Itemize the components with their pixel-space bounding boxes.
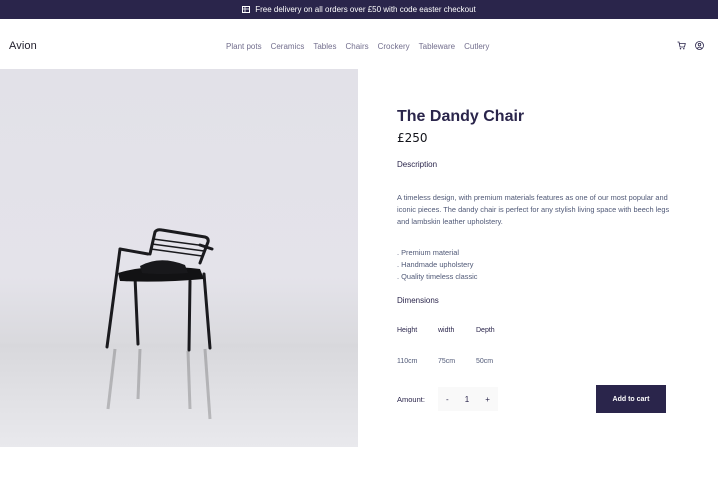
nav-link-tableware[interactable]: Tableware [419, 42, 455, 51]
promo-bar: Free delivery on all orders over £50 wit… [0, 0, 718, 19]
quantity-stepper: - 1 + [438, 387, 498, 411]
nav-icon-group [677, 41, 704, 50]
category-nav: Plant pots Ceramics Tables Chairs Crocke… [226, 42, 498, 51]
dimension-header-depth: Depth [476, 327, 495, 334]
nav-link-cutlery[interactable]: Cutlery [464, 42, 489, 51]
nav-link-plant-pots[interactable]: Plant pots [226, 42, 262, 51]
dimension-header-height: Height [397, 327, 418, 334]
nav-link-tables[interactable]: Tables [313, 42, 336, 51]
dimension-value-depth: 50cm [476, 358, 494, 365]
dimension-value-width: 75cm [438, 358, 456, 365]
product-image [0, 69, 358, 447]
description-text: A timeless design, with premium material… [397, 193, 670, 226]
nav-link-ceramics[interactable]: Ceramics [271, 42, 305, 51]
nav-link-chairs[interactable]: Chairs [345, 42, 368, 51]
dimension-header-width: width [438, 327, 455, 334]
description-label: Description [397, 160, 438, 169]
feature-list: . Premium material . Handmade upholstery… [397, 247, 478, 283]
dimensions-value-row: 110cm 75cm 50cm [397, 358, 506, 365]
cart-icon[interactable] [677, 41, 686, 50]
add-to-cart-button[interactable]: Add to cart [596, 385, 666, 413]
amount-label: Amount: [397, 395, 425, 404]
dimensions-label: Dimensions [397, 296, 439, 305]
increment-button[interactable]: + [485, 395, 490, 404]
feature-item: . Premium material [397, 248, 460, 257]
promo-text: Free delivery on all orders over £50 wit… [255, 5, 476, 14]
decrement-button[interactable]: - [446, 395, 449, 404]
delivery-truck-icon [242, 6, 251, 13]
nav-link-crockery[interactable]: Crockery [378, 42, 410, 51]
brand-logo[interactable]: Avion [9, 40, 37, 52]
dimensions-header-row: Height width Depth [397, 327, 506, 334]
product-title: The Dandy Chair [397, 108, 525, 125]
dimension-value-height: 110cm [397, 358, 418, 365]
feature-item: . Handmade upholstery [397, 260, 474, 269]
product-details: The Dandy Chair £250 Description A timel… [397, 69, 697, 447]
feature-item: . Quality timeless classic [397, 272, 478, 281]
user-icon[interactable] [695, 41, 704, 50]
quantity-value: 1 [464, 394, 470, 404]
navbar: Avion Plant pots Ceramics Tables Chairs … [0, 19, 718, 69]
product-price: £250 [397, 131, 428, 145]
